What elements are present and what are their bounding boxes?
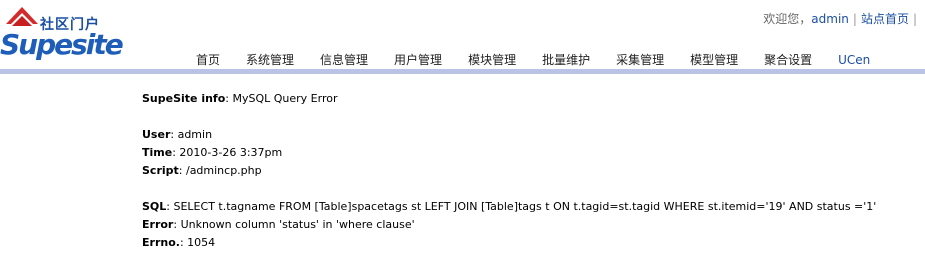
- error-value: Unknown column 'status' in 'where clause…: [180, 218, 415, 231]
- separator: |: [912, 12, 917, 26]
- nav-batch[interactable]: 批量维护: [542, 51, 590, 68]
- sql-label: SQL: [142, 200, 167, 213]
- user-line: User: admin: [142, 128, 213, 141]
- errno-line: Errno.: 1054: [142, 236, 216, 249]
- nav-users[interactable]: 用户管理: [394, 51, 442, 68]
- user-link[interactable]: admin: [811, 12, 849, 26]
- nav-home[interactable]: 首页: [196, 51, 220, 68]
- top-links: 欢迎您，admin | 站点首页 |: [763, 10, 921, 27]
- errno-label: Errno.: [142, 236, 180, 249]
- time-label: Time: [142, 146, 173, 159]
- user-value: admin: [177, 128, 213, 141]
- header-value: MySQL Query Error: [232, 92, 338, 105]
- separator: |: [852, 12, 857, 26]
- script-value: /admincp.php: [185, 164, 262, 177]
- sql-value: SELECT t.tagname FROM [Table]spacetags s…: [173, 200, 877, 213]
- script-label: Script: [142, 164, 179, 177]
- site-header: 社区门户 Supesite 欢迎您，admin | 站点首页 | 首页 系统管理 信息管理…: [0, 0, 925, 76]
- nav-modules[interactable]: 模块管理: [468, 51, 516, 68]
- error-line: Error: Unknown column 'status' in 'where…: [142, 218, 415, 231]
- main-nav: 首页 系统管理 信息管理 用户管理 模块管理 批量维护 采集管理 模型管理 聚合设置 UCen: [196, 49, 870, 69]
- house-icon: [6, 7, 38, 26]
- nav-models[interactable]: 模型管理: [690, 51, 738, 68]
- error-report: SupeSite info: MySQL Query Error User: a…: [142, 90, 922, 252]
- header-divider: [0, 69, 925, 74]
- user-label: User: [142, 128, 171, 141]
- errno-value: 1054: [187, 236, 216, 249]
- nav-collect[interactable]: 采集管理: [616, 51, 664, 68]
- script-line: Script: /admincp.php: [142, 164, 262, 177]
- nav-info[interactable]: 信息管理: [320, 51, 368, 68]
- nav-system[interactable]: 系统管理: [246, 51, 294, 68]
- nav-aggregate[interactable]: 聚合设置: [764, 51, 812, 68]
- time-value: 2010-3-26 3:37pm: [179, 146, 283, 159]
- error-header: SupeSite info: MySQL Query Error: [142, 92, 338, 105]
- logo-english-name: Supesite: [0, 28, 124, 61]
- welcome-text: 欢迎您，: [763, 12, 812, 26]
- supesite-logo[interactable]: 社区门户 Supesite: [0, 4, 124, 64]
- sql-line: SQL: SELECT t.tagname FROM [Table]spacet…: [142, 200, 877, 213]
- error-label: Error: [142, 218, 174, 231]
- nav-ucenter[interactable]: UCen: [838, 53, 870, 67]
- site-home-link[interactable]: 站点首页: [861, 12, 909, 26]
- time-line: Time: 2010-3-26 3:37pm: [142, 146, 283, 159]
- header-label: SupeSite info: [142, 92, 226, 105]
